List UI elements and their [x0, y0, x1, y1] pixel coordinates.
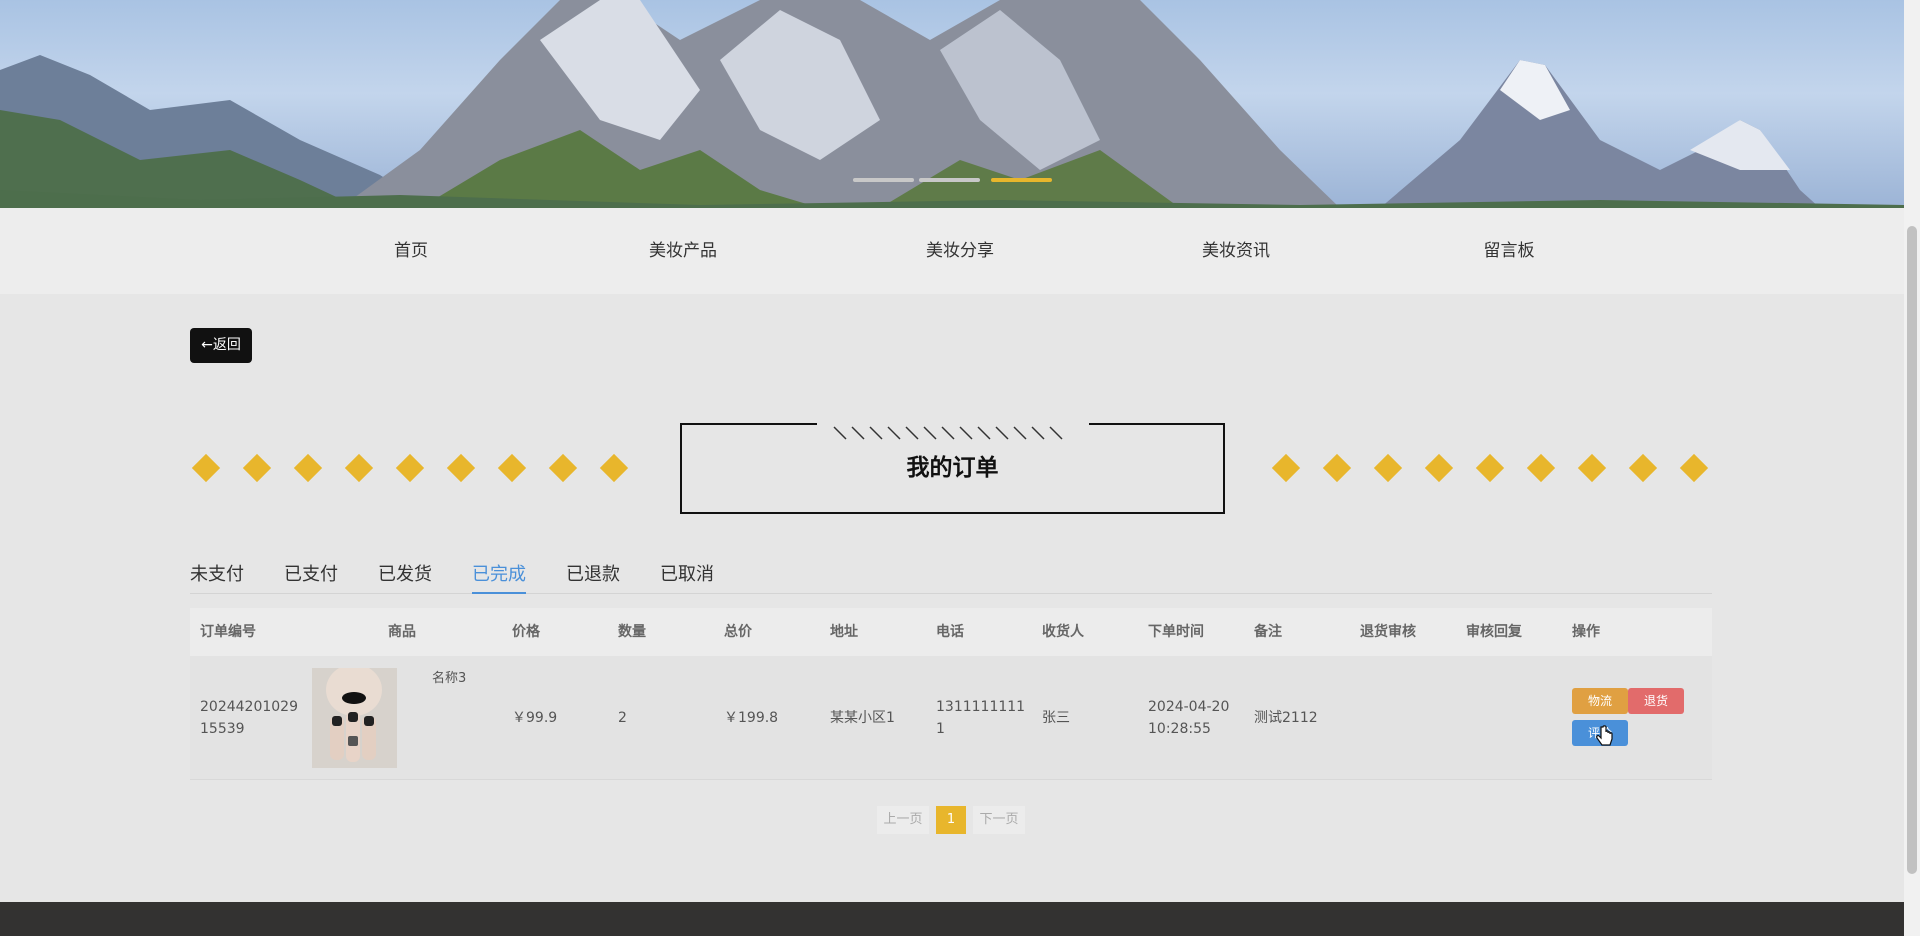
order-number: 20244201029 15539: [200, 699, 298, 737]
table-row: 20244201029 15539 名称3 ￥99.9 2 ￥199.8 某某小…: [190, 656, 1712, 780]
page-title-box: 我的订单: [680, 421, 1225, 514]
col-remark: 备注: [1254, 624, 1282, 640]
carousel-dot-1[interactable]: [853, 178, 914, 182]
nav-item-news[interactable]: 美妆资讯: [1166, 208, 1306, 294]
product-thumbnail[interactable]: [312, 668, 397, 768]
page-number-current[interactable]: 1: [936, 806, 966, 834]
product-image: [312, 668, 397, 768]
diamond-icon: [1577, 453, 1607, 483]
price-value: ￥99.9: [512, 710, 558, 726]
quantity-value: 2: [618, 710, 627, 726]
tab-shipped[interactable]: 已发货: [378, 558, 432, 594]
table-header: 订单编号 商品 价格 数量 总价 地址 电话 收货人 下单时间 备注 退货审核 …: [190, 608, 1712, 656]
product-name[interactable]: 名称3: [432, 668, 466, 690]
footer: [0, 902, 1904, 936]
nav-item-home[interactable]: 首页: [341, 208, 481, 294]
diamond-icon: [548, 453, 578, 483]
diamond-icon: [191, 453, 221, 483]
col-actions: 操作: [1572, 624, 1600, 640]
diamond-icon: [1373, 453, 1403, 483]
scrollbar-thumb[interactable]: [1907, 226, 1917, 874]
tab-cancelled[interactable]: 已取消: [660, 558, 714, 594]
logistics-button[interactable]: 物流: [1572, 688, 1628, 714]
phone-value: 1311111111 1: [936, 699, 1026, 737]
orders-table: 订单编号 商品 价格 数量 总价 地址 电话 收货人 下单时间 备注 退货审核 …: [190, 608, 1712, 780]
mountain-image: [0, 0, 1904, 208]
col-phone: 电话: [936, 624, 964, 640]
col-quantity: 数量: [618, 624, 646, 640]
col-receiver: 收货人: [1042, 624, 1084, 640]
receiver-value: 张三: [1042, 710, 1070, 726]
order-status-tabs: 未支付 已支付 已发货 已完成 已退款 已取消: [190, 558, 1712, 594]
diamond-icon: [1475, 453, 1505, 483]
col-return-review: 退货审核: [1360, 624, 1416, 640]
carousel-dot-3-active[interactable]: [991, 178, 1052, 182]
col-total: 总价: [724, 624, 752, 640]
main-nav: 首页 美妆产品 美妆分享 美妆资讯 留言板: [0, 208, 1904, 294]
diamond-icon: [1679, 453, 1709, 483]
col-price: 价格: [512, 624, 540, 640]
hero-banner: [0, 0, 1904, 208]
page-scrollbar[interactable]: [1904, 0, 1920, 936]
diamond-icon: [446, 453, 476, 483]
address-value: 某某小区1: [830, 710, 895, 726]
diamond-icon: [1424, 453, 1454, 483]
carousel-dot-2[interactable]: [919, 178, 980, 182]
diamond-icon: [1322, 453, 1352, 483]
col-order-no: 订单编号: [200, 624, 256, 640]
remark-value: 测试2112: [1254, 710, 1318, 726]
diamond-icon: [599, 453, 629, 483]
return-button[interactable]: 退货: [1628, 688, 1684, 714]
order-time-value: 2024-04-20 10:28:55: [1148, 699, 1230, 737]
nav-item-message-board[interactable]: 留言板: [1439, 208, 1579, 294]
prev-page-button[interactable]: 上一页: [877, 806, 929, 834]
total-value: ￥199.8: [724, 710, 779, 726]
diamond-icon: [1628, 453, 1658, 483]
tab-paid[interactable]: 已支付: [284, 558, 338, 594]
diamond-icon: [395, 453, 425, 483]
col-order-time: 下单时间: [1148, 624, 1204, 640]
next-page-button[interactable]: 下一页: [973, 806, 1025, 834]
col-product: 商品: [388, 624, 416, 640]
nav-item-products[interactable]: 美妆产品: [613, 208, 753, 294]
diamond-icon: [344, 453, 374, 483]
hand-cursor-icon: [1596, 725, 1613, 746]
diamond-icon: [242, 453, 272, 483]
tab-unpaid[interactable]: 未支付: [190, 558, 244, 594]
diamond-icon: [1526, 453, 1556, 483]
back-button[interactable]: ←返回: [190, 328, 252, 363]
diamond-icon: [1271, 453, 1301, 483]
col-review-reply: 审核回复: [1466, 624, 1522, 640]
col-address: 地址: [830, 624, 858, 640]
page-title: 我的订单: [906, 455, 999, 481]
tab-refunded[interactable]: 已退款: [566, 558, 620, 594]
diamond-icon: [497, 453, 527, 483]
tab-completed[interactable]: 已完成: [472, 558, 526, 594]
nav-item-share[interactable]: 美妆分享: [890, 208, 1030, 294]
diamond-icon: [293, 453, 323, 483]
